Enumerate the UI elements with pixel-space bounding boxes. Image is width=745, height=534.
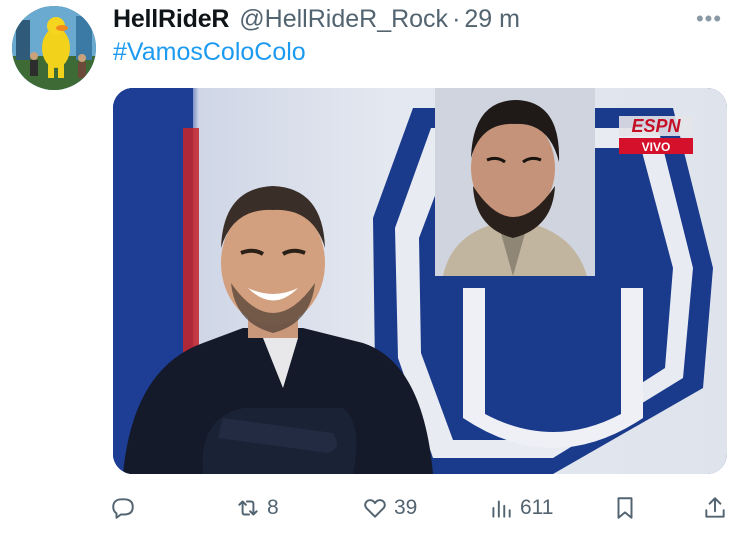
- tv-broadcast-photo: ESPN VIVO: [113, 88, 727, 474]
- bookmark-icon: [617, 497, 633, 519]
- avatar[interactable]: [12, 6, 96, 90]
- retweet-button[interactable]: 8: [235, 488, 279, 528]
- views-icon: [492, 500, 511, 518]
- espn-logo: ESPN: [631, 116, 681, 136]
- tweet-hashtag-link[interactable]: #VamosColoColo: [113, 38, 306, 67]
- retweet-count: 8: [267, 496, 279, 519]
- bookmark-button[interactable]: [612, 488, 638, 528]
- like-count: 39: [394, 496, 418, 519]
- tweet-media-image[interactable]: ESPN VIVO: [113, 88, 727, 474]
- views-button[interactable]: 611: [488, 488, 553, 528]
- share-button[interactable]: [702, 488, 728, 528]
- timestamp[interactable]: 29 m: [464, 5, 520, 34]
- display-name[interactable]: HellRideR: [113, 5, 229, 34]
- avatar-image: [12, 6, 96, 90]
- live-label: VIVO: [642, 140, 671, 154]
- reply-button[interactable]: [110, 488, 136, 528]
- espn-live-badge: ESPN VIVO: [619, 116, 693, 154]
- more-icon: •••: [695, 6, 723, 31]
- heart-icon: [364, 499, 386, 518]
- retweet-icon: [238, 500, 258, 516]
- more-options-button[interactable]: •••: [689, 4, 729, 34]
- inset-commentator: [435, 88, 595, 276]
- like-button[interactable]: 39: [362, 488, 417, 528]
- share-icon: [705, 497, 725, 518]
- reply-icon: [112, 498, 134, 519]
- user-handle[interactable]: @HellRideR_Rock: [239, 5, 448, 34]
- tweet-actions-bar: 8 39 611: [110, 488, 734, 528]
- tweet-header: HellRideR @HellRideR_Rock · 29 m •••: [113, 4, 729, 34]
- views-count: 611: [520, 496, 554, 519]
- separator-dot: ·: [452, 4, 461, 33]
